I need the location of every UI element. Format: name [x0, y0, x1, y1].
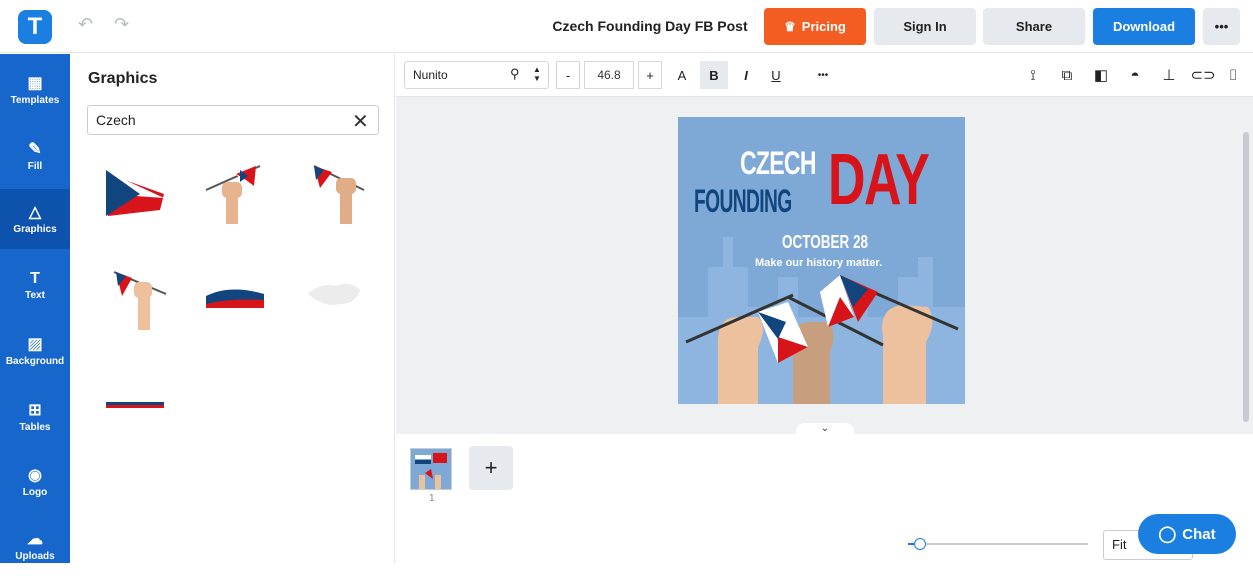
graphic-result-flag-strip[interactable]	[100, 366, 180, 436]
align-icon[interactable]: ⊥	[1158, 61, 1180, 89]
design-date: OCTOBER 28	[782, 232, 869, 252]
top-bar: T ↶ ↷ Czech Founding Day FB Post ♛ Prici…	[0, 0, 1253, 53]
graphic-result-wave-flag[interactable]	[200, 264, 280, 334]
sign-in-button[interactable]: Sign In	[874, 8, 976, 45]
more-options-button[interactable]: •••	[1203, 8, 1240, 45]
chat-button[interactable]: ◯ Chat	[1138, 514, 1236, 554]
sidebar-item-logo[interactable]: ◉ Logo	[0, 452, 70, 512]
czech-map-icon	[308, 283, 360, 305]
sidebar-item-tables[interactable]: ⊞ Tables	[0, 387, 70, 447]
sidebar-item-label: Uploads	[15, 550, 55, 562]
document-title[interactable]: Czech Founding Day FB Post	[540, 18, 760, 34]
opacity-icon[interactable]: ◓	[1124, 61, 1146, 89]
sidebar-item-label: Logo	[22, 486, 48, 498]
hand-flag-icon	[313, 165, 365, 224]
text-icon: T	[30, 269, 40, 287]
hand-flag-icon	[113, 271, 167, 330]
chat-bubble-icon: ◯	[1158, 526, 1177, 543]
sidebar-item-background[interactable]: ▨ Background	[0, 321, 70, 381]
pages-strip: 1 + Fit ◯ Chat	[396, 434, 1253, 563]
graphics-search-input[interactable]	[87, 105, 379, 135]
sidebar-item-fill[interactable]: ✎ Fill	[0, 126, 70, 186]
graphic-result-fist-flag[interactable]	[200, 158, 280, 228]
sidebar-item-text[interactable]: T Text	[0, 255, 70, 315]
clear-search-icon[interactable]: ✕	[352, 109, 369, 134]
sidebar-item-label: Graphics	[13, 223, 57, 235]
design-title-czech: CZECH	[740, 145, 816, 181]
graphic-result-czech-map[interactable]	[300, 264, 380, 334]
zoom-slider-handle[interactable]	[914, 538, 926, 550]
decrease-size-button[interactable]: -	[556, 61, 580, 89]
sidebar-item-templates[interactable]: ▦ Templates	[0, 60, 70, 120]
increase-size-button[interactable]: +	[638, 61, 662, 89]
templates-icon: ▦	[27, 74, 43, 92]
sidebar-item-label: Tables	[19, 421, 51, 433]
search-icon: ⚲	[510, 66, 520, 81]
design-artboard[interactable]: CZECH FOUNDING DAY OCTOBER 28 Make our h…	[678, 117, 965, 404]
pricing-button[interactable]: ♛ Pricing	[764, 8, 866, 45]
sidebar-item-label: Fill	[27, 160, 43, 172]
cloud-upload-icon: ☁	[27, 530, 43, 548]
sidebar-item-graphics[interactable]: △ Graphics	[0, 189, 70, 249]
font-family-select[interactable]: Nunito ⚲ ▲ ▼	[404, 61, 549, 89]
flag-strip-icon	[106, 402, 164, 408]
chevron-down-icon[interactable]: ⌄	[796, 423, 854, 434]
pricing-label: Pricing	[801, 19, 846, 34]
download-button[interactable]: Download	[1093, 8, 1195, 45]
page-thumbnail[interactable]	[410, 448, 452, 490]
thumbnail-preview	[411, 449, 451, 489]
undo-icon[interactable]: ↶	[78, 14, 93, 35]
share-button[interactable]: Share	[983, 8, 1085, 45]
left-sidebar: ▦ Templates ✎ Fill △ Graphics T Text ▨ B…	[0, 54, 70, 563]
page-number: 1	[429, 493, 435, 504]
zoom-slider[interactable]	[908, 543, 1088, 545]
pencil-icon: ✎	[28, 140, 42, 158]
canvas-area: CZECH FOUNDING DAY OCTOBER 28 Make our h…	[396, 97, 1253, 434]
font-size-input[interactable]: 46.8	[584, 61, 634, 89]
graphics-panel: Graphics ✕	[70, 54, 395, 563]
sidebar-item-uploads[interactable]: ☁ Uploads	[0, 516, 70, 576]
chat-label: Chat	[1182, 525, 1216, 543]
graphic-result-fist-flag-alt[interactable]	[300, 158, 380, 228]
hand-flag-icon	[205, 165, 261, 224]
layer-icon[interactable]: ◧	[1090, 61, 1112, 89]
sidebar-item-label: Text	[25, 289, 45, 301]
shapes-icon: △	[28, 203, 42, 221]
app-logo[interactable]: T	[18, 10, 52, 44]
design-tagline: Make our history matter.	[755, 257, 883, 269]
bold-button[interactable]: B	[700, 61, 728, 89]
panel-title: Graphics	[88, 70, 158, 87]
delete-icon[interactable]: ⌷	[1222, 61, 1244, 89]
add-page-button[interactable]: +	[469, 446, 513, 490]
redo-icon[interactable]: ↷	[114, 14, 129, 35]
stepper-icon: ▲ ▼	[533, 65, 541, 83]
paint-roller-icon[interactable]: ⟟	[1022, 61, 1044, 89]
graphic-result-raised-flag[interactable]	[100, 264, 180, 334]
italic-button[interactable]: I	[732, 61, 760, 89]
crown-icon: ♛	[784, 18, 796, 34]
more-format-button[interactable]: •••	[810, 61, 836, 89]
wave-flag-icon	[206, 289, 264, 308]
czech-flag-brush-icon	[106, 170, 164, 216]
logo-icon: ◉	[28, 466, 42, 484]
sidebar-item-label: Templates	[10, 94, 60, 106]
format-toolbar: Nunito ⚲ ▲ ▼ - 46.8 + A B I U ••• ⟟ ⧉ ◧ ◓…	[396, 54, 1253, 97]
design-title-founding: FOUNDING	[694, 183, 792, 219]
text-case-button[interactable]: A	[670, 61, 694, 89]
duplicate-icon[interactable]: ⧉	[1056, 61, 1078, 89]
font-family-value: Nunito	[413, 68, 448, 82]
table-icon: ⊞	[28, 401, 42, 419]
background-icon: ▨	[27, 335, 43, 353]
canvas-scrollbar[interactable]	[1243, 132, 1249, 422]
link-icon[interactable]: ⊂⊃	[1190, 61, 1215, 89]
design-title-day: DAY	[828, 140, 930, 220]
underline-button[interactable]: U	[762, 61, 790, 89]
graphic-result-brush-flag[interactable]	[100, 158, 180, 228]
sidebar-item-label: Background	[5, 355, 65, 367]
